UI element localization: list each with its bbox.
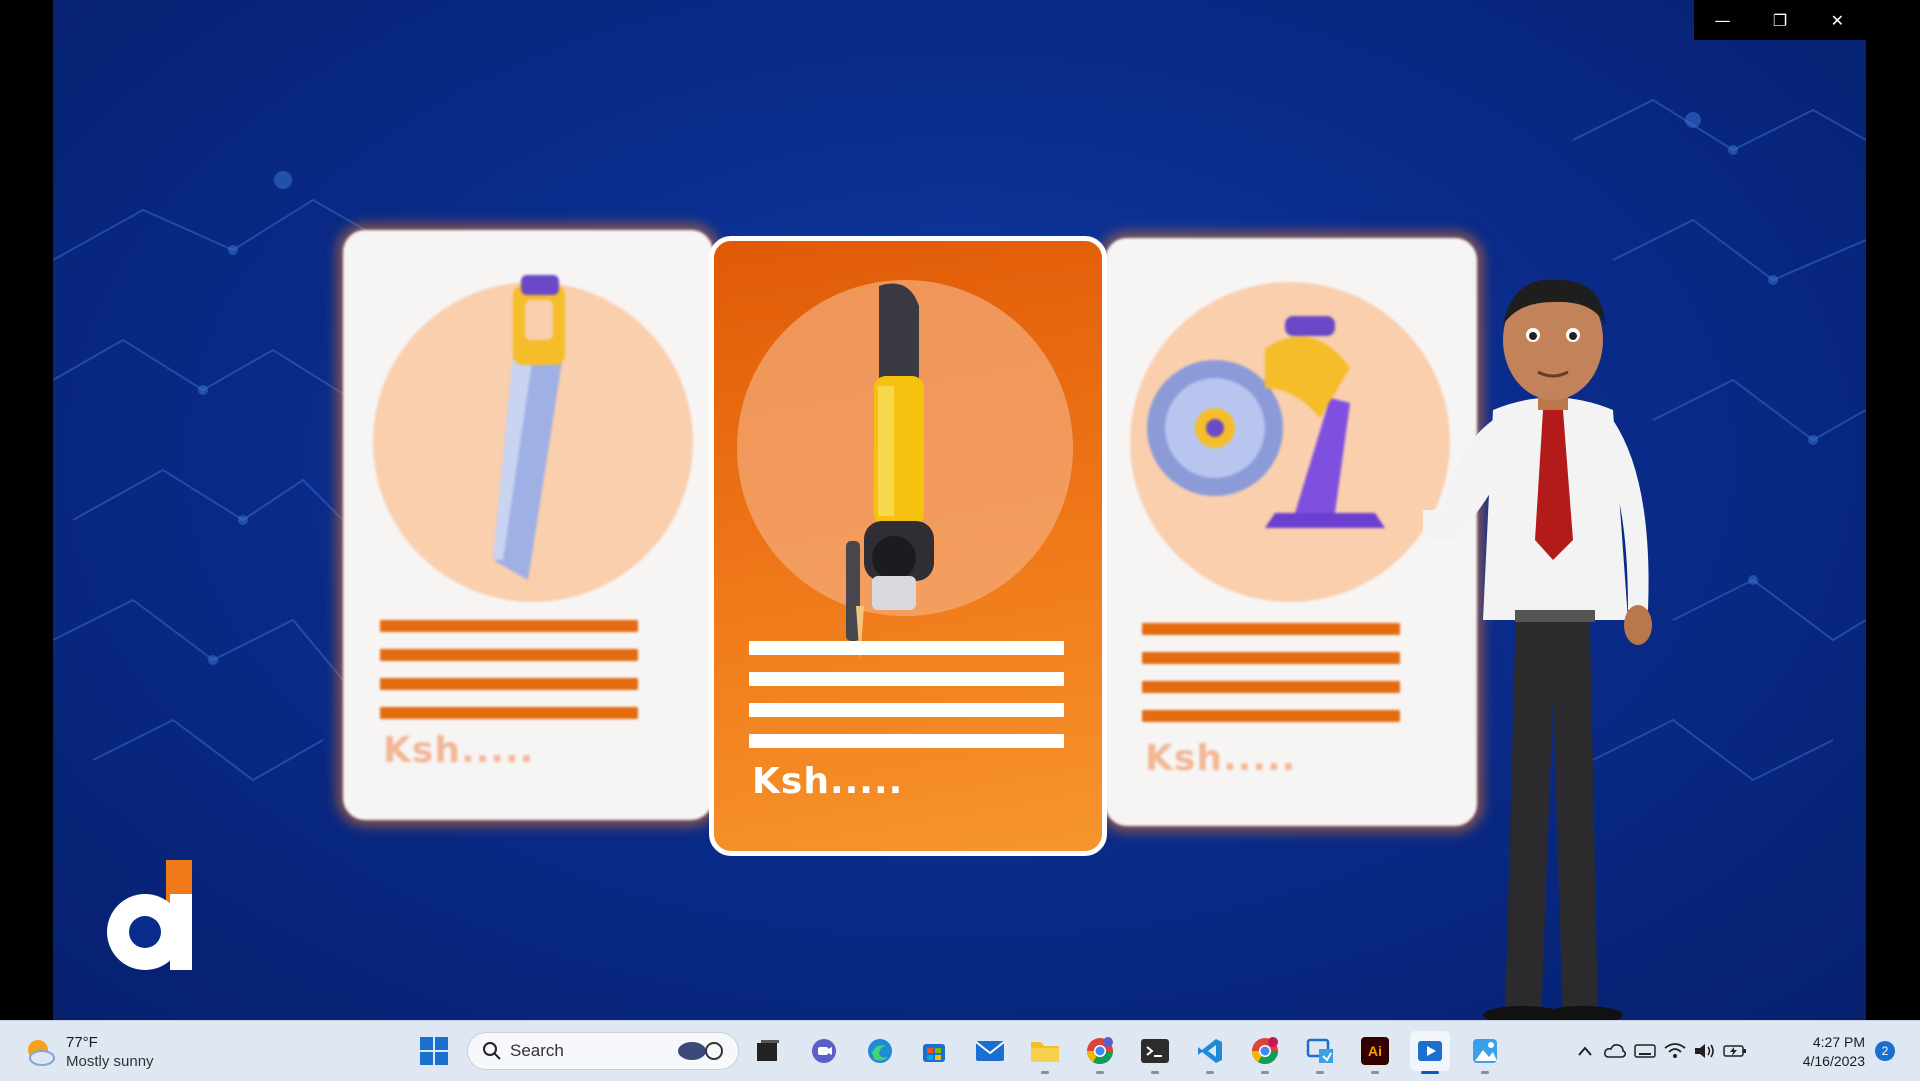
store-icon[interactable] [914, 1031, 954, 1071]
onedrive-cloud-icon[interactable] [1600, 1036, 1630, 1066]
clock-date: 4/16/2023 [1802, 1053, 1865, 1069]
presenter-character [1423, 280, 1652, 1020]
description-lines [1142, 623, 1400, 739]
taskbar: 77°F Mostly sunny Search Ai 4:27 PM 4/16… [0, 1020, 1920, 1081]
file-explorer-icon[interactable] [1025, 1031, 1065, 1074]
media-player-icon[interactable] [1410, 1031, 1450, 1074]
volume-icon[interactable] [1690, 1036, 1720, 1066]
chrome-icon[interactable] [1080, 1031, 1120, 1074]
wifi-icon[interactable] [1660, 1036, 1690, 1066]
edge-icon[interactable] [860, 1031, 900, 1071]
taskbar-search[interactable]: Search [467, 1032, 739, 1070]
weather-temperature: 77°F [66, 1034, 98, 1051]
channel-logo [107, 860, 192, 970]
illustrator-icon[interactable]: Ai [1355, 1031, 1395, 1074]
weather-widget[interactable]: 77°F Mostly sunny [24, 1033, 154, 1071]
restore-button[interactable]: ❐ [1751, 0, 1808, 40]
notification-badge[interactable]: 2 [1875, 1041, 1895, 1061]
clock-time: 4:27 PM [1812, 1034, 1865, 1050]
system-clock[interactable]: 4:27 PM 4/16/2023 [1790, 1033, 1865, 1071]
video-stage[interactable]: Ksh..... Ksh..... Ksh..... — ❐ ✕ [53, 0, 1866, 1020]
mail-icon[interactable] [970, 1031, 1010, 1071]
svg-text:Ai: Ai [1368, 1043, 1382, 1059]
photos-icon[interactable] [1465, 1031, 1505, 1074]
battery-charging-icon[interactable] [1720, 1036, 1750, 1066]
price-label: Ksh..... [383, 730, 535, 771]
minimize-button[interactable]: — [1694, 0, 1751, 40]
system-tray [1570, 1021, 1750, 1081]
search-highlight-icon [678, 1042, 723, 1060]
description-lines [749, 641, 1064, 765]
task-view-icon[interactable] [748, 1031, 788, 1071]
chrome-profile-icon[interactable] [1245, 1031, 1285, 1074]
price-label: Ksh..... [1145, 738, 1297, 779]
remote-app-icon[interactable] [1300, 1031, 1340, 1074]
price-label: Ksh..... [752, 761, 904, 802]
angle-grinder-icon [846, 283, 934, 661]
hand-saw-icon [493, 275, 565, 580]
teams-chat-icon[interactable] [804, 1031, 844, 1071]
product-card-middle: Ksh..... [709, 236, 1107, 856]
terminal-icon[interactable] [1135, 1031, 1175, 1074]
search-placeholder: Search [510, 1041, 564, 1060]
keyboard-icon[interactable] [1630, 1036, 1660, 1066]
product-card-left: Ksh..... [343, 230, 713, 820]
tray-overflow-chevron-icon[interactable] [1570, 1036, 1600, 1066]
sun-cloud-icon [28, 1040, 55, 1066]
vscode-icon[interactable] [1190, 1031, 1230, 1074]
close-button[interactable]: ✕ [1809, 0, 1866, 40]
weather-condition: Mostly sunny [66, 1053, 154, 1070]
circular-saw-icon [1147, 316, 1385, 528]
description-lines [380, 620, 638, 736]
window-controls: — ❐ ✕ [1694, 0, 1866, 40]
windows-start-icon[interactable] [414, 1031, 454, 1071]
search-icon [483, 1042, 501, 1060]
product-card-right: Ksh..... [1105, 238, 1477, 826]
